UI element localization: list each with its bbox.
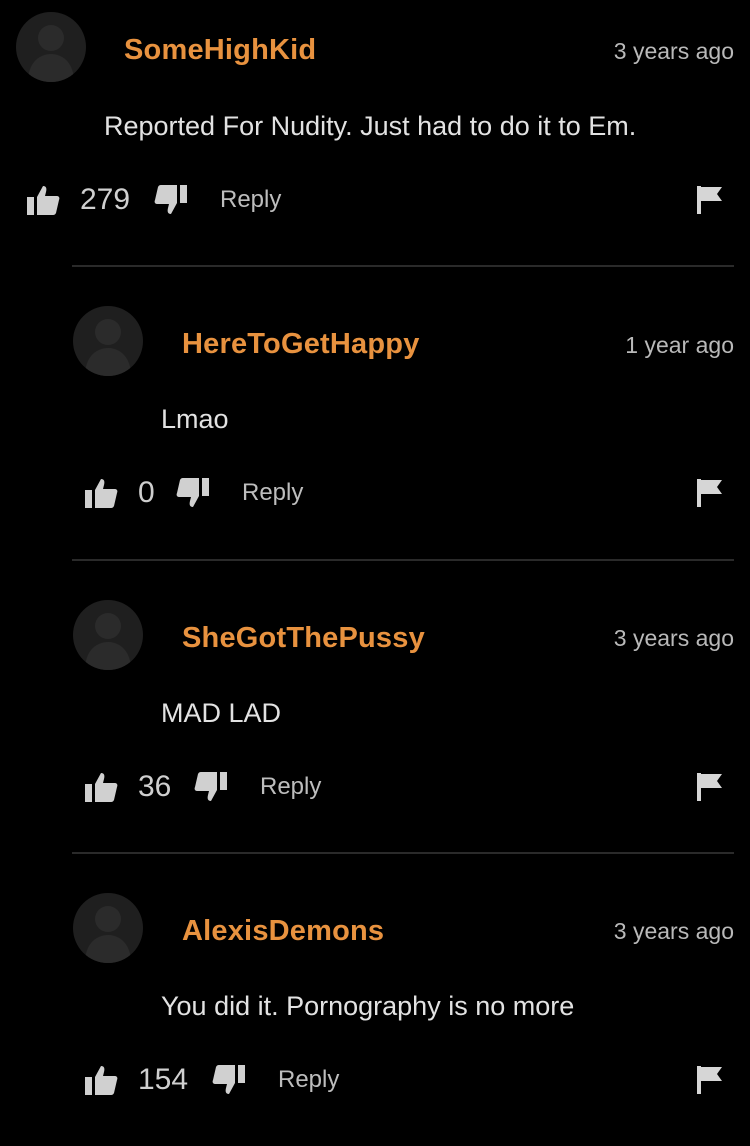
comment: SheGotThePussy 3 years ago MAD LAD 36 Re… bbox=[0, 589, 750, 849]
user-silhouette-icon bbox=[85, 906, 131, 963]
thumbs-up-icon[interactable] bbox=[84, 767, 118, 807]
divider bbox=[72, 559, 734, 561]
reply-button[interactable]: Reply bbox=[242, 473, 303, 513]
timestamp: 3 years ago bbox=[613, 625, 734, 651]
like-count: 279 bbox=[80, 183, 131, 216]
username[interactable]: AlexisDemons bbox=[182, 915, 384, 948]
avatar[interactable] bbox=[73, 600, 143, 670]
thumbs-up-icon[interactable] bbox=[84, 1060, 118, 1100]
comment-actions: 0 Reply bbox=[0, 473, 750, 513]
thumbs-down-icon[interactable] bbox=[212, 1060, 246, 1100]
like-count: 0 bbox=[138, 476, 155, 509]
thumbs-down-icon[interactable] bbox=[194, 767, 228, 807]
comment-text: Lmao bbox=[161, 404, 229, 434]
avatar[interactable] bbox=[73, 893, 143, 963]
flag-icon[interactable] bbox=[696, 767, 724, 807]
divider bbox=[72, 265, 734, 267]
comment-text: Reported For Nudity. Just had to do it t… bbox=[104, 111, 637, 141]
comment-text: MAD LAD bbox=[161, 698, 282, 728]
like-count: 154 bbox=[138, 1063, 189, 1096]
reply-button[interactable]: Reply bbox=[260, 767, 321, 807]
comment-actions: 36 Reply bbox=[0, 767, 750, 807]
reply-button[interactable]: Reply bbox=[220, 180, 281, 220]
user-silhouette-icon bbox=[85, 319, 131, 376]
thumbs-down-icon[interactable] bbox=[176, 473, 210, 513]
comment: AlexisDemons 3 years ago You did it. Por… bbox=[0, 882, 750, 1142]
comment-text: You did it. Pornography is no more bbox=[161, 991, 575, 1021]
flag-icon[interactable] bbox=[696, 473, 724, 513]
timestamp: 1 year ago bbox=[625, 332, 734, 358]
username[interactable]: SomeHighKid bbox=[124, 34, 316, 67]
timestamp: 3 years ago bbox=[613, 38, 734, 64]
avatar[interactable] bbox=[73, 306, 143, 376]
thumbs-up-icon[interactable] bbox=[84, 473, 118, 513]
comment-actions: 279 Reply bbox=[0, 180, 750, 220]
like-count: 36 bbox=[138, 770, 172, 803]
username[interactable]: HereToGetHappy bbox=[182, 328, 420, 361]
comment-actions: 154 Reply bbox=[0, 1060, 750, 1100]
divider bbox=[72, 852, 734, 854]
timestamp: 3 years ago bbox=[613, 918, 734, 944]
flag-icon[interactable] bbox=[696, 180, 724, 220]
reply-button[interactable]: Reply bbox=[278, 1060, 339, 1100]
avatar[interactable] bbox=[16, 12, 86, 82]
comment: SomeHighKid 3 years ago Reported For Nud… bbox=[0, 0, 750, 260]
flag-icon[interactable] bbox=[696, 1060, 724, 1100]
thumbs-up-icon[interactable] bbox=[26, 180, 60, 220]
comment: HereToGetHappy 1 year ago Lmao 0 Reply bbox=[0, 295, 750, 555]
user-silhouette-icon bbox=[28, 25, 74, 82]
username[interactable]: SheGotThePussy bbox=[182, 622, 425, 655]
thumbs-down-icon[interactable] bbox=[154, 180, 188, 220]
user-silhouette-icon bbox=[85, 613, 131, 670]
